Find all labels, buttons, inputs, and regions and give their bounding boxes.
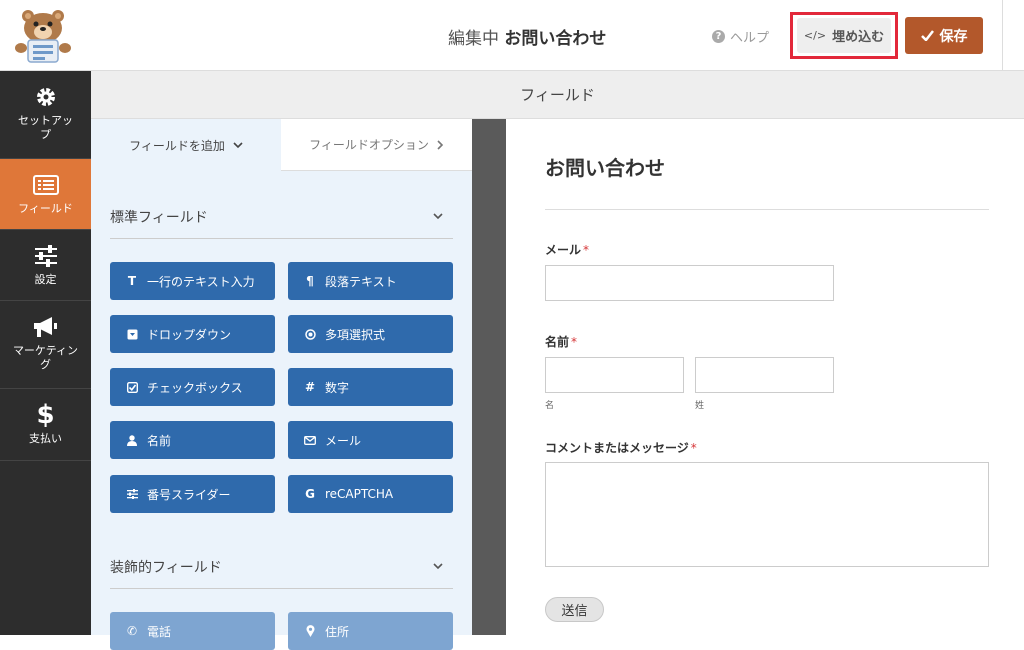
field-button-address[interactable]: 住所 [288, 612, 453, 650]
field-button-label: reCAPTCHA [325, 487, 394, 501]
field-button-dropdown[interactable]: ドロップダウン [110, 315, 275, 353]
field-button-recaptcha[interactable]: G reCAPTCHA [288, 475, 453, 513]
email-field[interactable] [545, 265, 834, 301]
save-button[interactable]: 保存 [905, 17, 983, 54]
field-button-name[interactable]: 名前 [110, 421, 275, 459]
dropdown-icon [126, 329, 138, 340]
embed-label: 埋め込む [832, 30, 885, 45]
checkmark-icon [920, 30, 934, 41]
required-mark: * [571, 335, 578, 349]
recaptcha-icon: G [305, 487, 315, 501]
chevron-down-icon [233, 141, 243, 148]
sidebar-item-label: 設定 [34, 273, 57, 286]
hash-icon: # [304, 380, 316, 394]
message-field-label: コメントまたはメッセージ * [545, 441, 697, 455]
fancy-fields-header[interactable]: 装飾的フィールド [110, 545, 453, 589]
list-icon [32, 172, 59, 198]
field-button-label: 番号スライダー [147, 487, 231, 502]
sidebar-item-marketing[interactable]: マーケティング [0, 301, 91, 389]
tab-field-options[interactable]: フィールドオプション [281, 119, 472, 171]
field-button-paragraph-text[interactable]: ¶ 段落テキスト [288, 262, 453, 300]
last-name-sublabel: 姓 [695, 401, 705, 411]
form-name: お問い合わせ [504, 29, 607, 49]
field-button-single-line-text[interactable]: T 一行のテキスト入力 [110, 262, 275, 300]
sidebar-item-settings[interactable]: 設定 [0, 230, 91, 301]
tab-add-fields[interactable]: フィールドを追加 [91, 119, 281, 171]
panel-divider [472, 119, 506, 635]
chevron-down-icon [433, 213, 443, 220]
field-button-numbers[interactable]: # 数字 [288, 368, 453, 406]
gear-icon [34, 84, 58, 110]
help-link[interactable]: ? ヘルプ [712, 27, 769, 46]
field-button-label: メール [325, 433, 362, 448]
section-header: フィールド [91, 71, 1024, 119]
save-label: 保存 [939, 28, 968, 45]
section-heading: 装飾的フィールド [110, 559, 222, 576]
sidebar: セットアップ フィールド 設定 マーケティング $ 支払い [0, 71, 91, 635]
field-button-phone[interactable]: ✆ 電話 [110, 612, 275, 650]
sliders-icon [34, 243, 58, 269]
form-title: お問い合わせ [545, 156, 665, 180]
section-heading: 標準フィールド [110, 209, 208, 226]
envelope-icon [304, 435, 316, 445]
tab-label: フィールドオプション [309, 138, 429, 152]
checkbox-icon [126, 381, 138, 393]
text-icon: T [127, 274, 137, 288]
sidebar-item-label: マーケティング [12, 344, 79, 371]
embed-button[interactable]: </> 埋め込む [797, 18, 891, 53]
sidebar-item-label: 支払い [29, 432, 62, 445]
form-preview: お問い合わせ メール * 名前 * 名 姓 コメントまたはメッセージ * 送信 [506, 119, 1024, 635]
field-button-label: 電話 [147, 624, 172, 639]
field-button-label: 一行のテキスト入力 [147, 274, 255, 289]
help-label: ヘルプ [730, 31, 770, 46]
field-button-multiple-choice[interactable]: 多項選択式 [288, 315, 453, 353]
field-button-label: 住所 [325, 624, 350, 639]
phone-icon: ✆ [126, 624, 138, 638]
chevron-down-icon [433, 563, 443, 570]
first-name-field[interactable] [545, 357, 684, 393]
field-button-email[interactable]: メール [288, 421, 453, 459]
map-pin-icon [304, 625, 316, 637]
page-title: 編集中 お問い合わせ [448, 24, 606, 49]
paragraph-icon: ¶ [306, 274, 314, 288]
wpforms-logo [15, 10, 71, 63]
dollar-icon: $ [36, 400, 55, 430]
question-icon: ? [712, 30, 725, 43]
sliders-icon [126, 489, 138, 499]
required-mark: * [690, 441, 697, 455]
sidebar-item-label: セットアップ [18, 114, 73, 141]
field-button-label: 名前 [147, 433, 172, 448]
field-button-label: 多項選択式 [325, 327, 386, 342]
sidebar-item-setup[interactable]: セットアップ [0, 71, 91, 159]
top-bar: 編集中 お問い合わせ ? ヘルプ </> 埋め込む 保存 [0, 0, 1024, 71]
field-button-checkboxes[interactable]: チェックボックス [110, 368, 275, 406]
sidebar-item-payments[interactable]: $ 支払い [0, 389, 91, 461]
megaphone-icon [32, 314, 60, 340]
standard-fields-header[interactable]: 標準フィールド [110, 195, 453, 239]
field-button-label: 数字 [325, 380, 350, 395]
field-button-label: 段落テキスト [325, 274, 397, 289]
field-button-label: ドロップダウン [147, 327, 232, 342]
editing-label: 編集中 [448, 29, 499, 49]
field-button-label: チェックボックス [147, 380, 243, 395]
user-icon [126, 434, 138, 446]
divider [545, 209, 989, 210]
name-field-label: 名前 * [545, 335, 578, 349]
radio-icon [304, 328, 316, 340]
fields-panel: フィールドを追加 フィールドオプション 標準フィールド T 一行のテキスト入力 … [91, 119, 472, 650]
message-field[interactable] [545, 462, 989, 567]
submit-button[interactable]: 送信 [545, 597, 604, 622]
sidebar-item-fields[interactable]: フィールド [0, 159, 91, 230]
field-button-number-slider[interactable]: 番号スライダー [110, 475, 275, 513]
required-mark: * [583, 243, 590, 257]
last-name-field[interactable] [695, 357, 834, 393]
sidebar-item-label: フィールド [18, 202, 73, 215]
chevron-right-icon [437, 139, 444, 150]
divider [1002, 0, 1003, 71]
first-name-sublabel: 名 [545, 401, 555, 411]
code-icon: </> [803, 29, 827, 42]
email-field-label: メール * [545, 243, 590, 257]
section-title: フィールド [520, 86, 595, 104]
tab-label: フィールドを追加 [129, 138, 225, 153]
